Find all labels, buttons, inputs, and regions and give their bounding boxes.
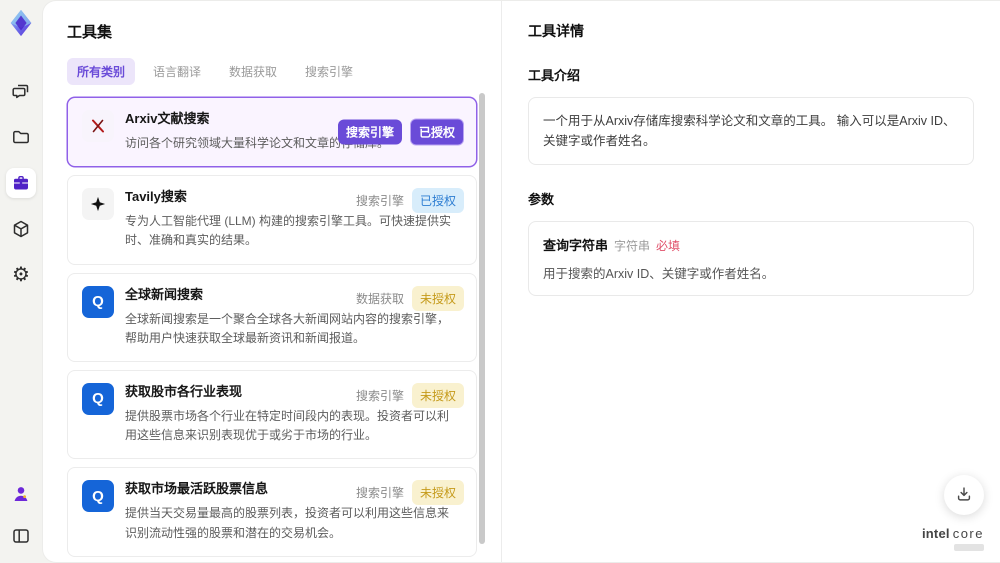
blue-q-app-icon: Q xyxy=(82,285,114,318)
sidebar-item-collapse[interactable] xyxy=(6,521,36,551)
app-logo-icon xyxy=(6,8,36,38)
cube-icon xyxy=(11,219,31,239)
param-type: 字符串 xyxy=(614,239,651,253)
intel-wordmark: intel xyxy=(921,526,950,541)
tool-card[interactable]: Q 获取市场最活跃股票信息 提供当天交易量最高的股票列表，投资者可以利用这些信息… xyxy=(67,467,477,557)
sidebar-item-profile[interactable] xyxy=(6,479,36,509)
intro-section-title: 工具介绍 xyxy=(528,68,581,83)
tool-card-list: Arxiv文献搜索 访问各个研究领域大量科学论文和文章的存储库。 搜索引擎 已授… xyxy=(67,97,477,562)
tool-card[interactable]: Arxiv文献搜索 访问各个研究领域大量科学论文和文章的存储库。 搜索引擎 已授… xyxy=(67,97,477,168)
rail-bottom xyxy=(6,479,36,551)
core-wordmark: core xyxy=(952,526,984,541)
left-rail: ⚙ xyxy=(0,0,42,563)
intro-box: 一个用于从Arxiv存储库搜索科学论文和文章的工具。 输入可以是Arxiv ID… xyxy=(528,97,974,165)
category-tabs: 所有类别 语言翻译 数据获取 搜索引擎 xyxy=(67,58,501,85)
tool-list-pane: 工具集 所有类别 语言翻译 数据获取 搜索引擎 Arxiv文献搜索 访问各个研究领域大… xyxy=(43,1,501,562)
panel-collapse-icon xyxy=(11,526,31,546)
blue-q-app-icon: Q xyxy=(82,382,114,415)
param-name: 查询字符串 xyxy=(543,238,609,253)
download-button[interactable] xyxy=(944,475,984,515)
tool-description: 提供股票市场各个行业在特定时间段内的表现。投资者可以利用这些信息来识别表现优于或… xyxy=(125,408,450,443)
tool-card[interactable]: Q 全球新闻搜索 全球新闻搜索是一个聚合全球各大新闻网站内容的搜索引擎，帮助用户… xyxy=(67,272,477,362)
tab-data[interactable]: 数据获取 xyxy=(219,58,287,85)
category-badge: 数据获取 xyxy=(355,291,404,306)
list-scrollbar[interactable] xyxy=(479,93,485,544)
tool-card[interactable]: Q 获取股市各行业表现 提供股票市场各个行业在特定时间段内的表现。投资者可以利用… xyxy=(67,369,477,460)
tool-description: 专为人工智能代理 (LLM) 构建的搜索引擎工具。可快速提供实时、准确和真实的结… xyxy=(125,214,452,248)
intro-text: 一个用于从Arxiv存储库搜索科学论文和文章的工具。 输入可以是Arxiv ID… xyxy=(543,114,956,148)
category-badge: 搜索引擎 xyxy=(355,388,404,403)
tool-description: 全球新闻搜索是一个聚合全球各大新闻网站内容的搜索引擎，帮助用户快速获取全球最新资… xyxy=(125,311,450,345)
intel-core-text: intel core xyxy=(922,526,984,541)
app-window: ⚙ 工具集 所有类别 语言翻译 数据获取 搜索引擎 Arxiv文献搜索 访问各个… xyxy=(0,0,1000,563)
tab-all[interactable]: 所有类别 xyxy=(67,58,136,85)
category-badge: 搜索引擎 xyxy=(337,119,402,145)
auth-status-badge: 未授权 xyxy=(411,382,464,408)
param-required-badge: 必填 xyxy=(656,239,681,253)
arxiv-logo-icon xyxy=(82,110,114,142)
blue-q-app-icon: Q xyxy=(82,480,114,513)
auth-status-badge: 未授权 xyxy=(411,480,464,506)
auth-status-badge: 已授权 xyxy=(411,188,464,214)
detail-title: 工具详情 xyxy=(528,23,584,39)
params-section-title: 参数 xyxy=(528,192,555,207)
auth-status-badge: 未授权 xyxy=(411,285,464,311)
gear-icon: ⚙ xyxy=(12,264,30,286)
intel-sub-mark xyxy=(954,544,984,551)
param-header: 查询字符串 字符串 必填 xyxy=(543,235,959,254)
user-avatar-icon xyxy=(11,484,31,504)
folder-icon xyxy=(11,127,31,147)
tool-detail-pane: 工具详情 工具介绍 一个用于从Arxiv存储库搜索科学论文和文章的工具。 输入可… xyxy=(501,1,1000,562)
param-description: 用于搜索的Arxiv ID、关键字或作者姓名。 xyxy=(543,267,775,281)
tab-search[interactable]: 搜索引擎 xyxy=(295,58,363,85)
sparkle-icon xyxy=(82,188,114,221)
card-tags: 数据获取 未授权 xyxy=(355,285,464,311)
card-tags: 搜索引擎 未授权 xyxy=(355,480,464,506)
card-tags: 搜索引擎 已授权 xyxy=(337,118,464,146)
card-tags: 搜索引擎 未授权 xyxy=(355,382,464,408)
rail-nav: ⚙ xyxy=(6,76,36,290)
tool-card[interactable]: Tavily搜索 专为人工智能代理 (LLM) 构建的搜索引擎工具。可快速提供实… xyxy=(67,175,477,265)
chat-bubbles-icon xyxy=(11,81,31,101)
tool-description: 提供当天交易量最高的股票列表，投资者可以利用这些信息来识别流动性强的股票和潜在的… xyxy=(125,506,450,540)
intel-core-logo: intel core xyxy=(922,526,984,551)
param-box: 查询字符串 字符串 必填 用于搜索的Arxiv ID、关键字或作者姓名。 xyxy=(528,221,974,296)
main-surface: 工具集 所有类别 语言翻译 数据获取 搜索引擎 Arxiv文献搜索 访问各个研究领域大… xyxy=(42,0,1000,563)
sidebar-item-tools[interactable] xyxy=(6,168,36,198)
sidebar-item-files[interactable] xyxy=(6,122,36,152)
category-badge: 搜索引擎 xyxy=(355,194,404,209)
page-title: 工具集 xyxy=(67,24,113,41)
tab-translate[interactable]: 语言翻译 xyxy=(143,58,211,85)
sidebar-item-models[interactable] xyxy=(6,214,36,244)
card-tags: 搜索引擎 已授权 xyxy=(355,188,464,214)
download-icon xyxy=(955,485,973,506)
auth-status-badge: 已授权 xyxy=(409,118,464,146)
category-badge: 搜索引擎 xyxy=(355,486,404,501)
sidebar-item-chat[interactable] xyxy=(6,76,36,106)
briefcase-icon xyxy=(11,173,31,193)
sidebar-item-settings[interactable]: ⚙ xyxy=(6,260,36,290)
